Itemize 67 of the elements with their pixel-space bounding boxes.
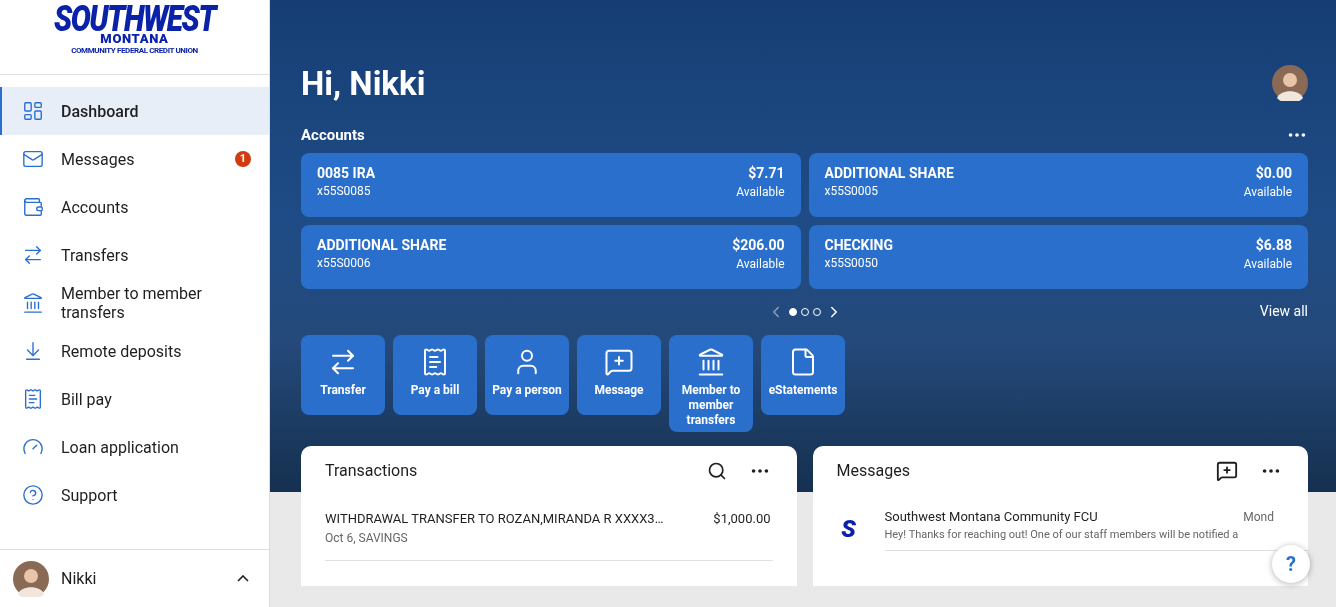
- message-sender: Southwest Montana Community FCU: [884, 507, 1099, 526]
- balance-label: Available: [1243, 255, 1292, 273]
- sidebar-item[interactable]: Accounts: [0, 183, 269, 231]
- search-icon[interactable]: [706, 460, 727, 481]
- help-icon: [22, 484, 44, 506]
- avatar: [13, 560, 49, 597]
- account-balance: $6.88: [1255, 235, 1292, 254]
- sidebar-item[interactable]: Bill pay: [0, 375, 269, 423]
- account-card[interactable]: 0085 IRA x55S0085 $7.71 Available: [301, 152, 801, 217]
- account-number: x55S0050: [824, 254, 880, 272]
- transaction-row[interactable]: WITHDRAWAL TRANSFER TO ROZAN,MIRANDA R XXXX3… Oct 6, SAVINGS $1,000.00: [325, 495, 773, 561]
- user-menu[interactable]: Nikki: [0, 549, 269, 607]
- logo-tagline: COMMUNITY FEDERAL CREDIT UNION: [71, 46, 198, 56]
- balance-label: Available: [1243, 183, 1292, 201]
- account-name: ADDITIONAL SHARE: [317, 235, 447, 254]
- account-number: x55S0006: [317, 254, 372, 272]
- account-number: x55S0005: [824, 182, 880, 200]
- logo-subtitle: MONTANA: [100, 32, 169, 46]
- account-balance: $0.00: [1255, 163, 1292, 182]
- message-date: Mond: [1243, 508, 1274, 526]
- avatar: [1272, 65, 1308, 101]
- sidebar-item[interactable]: Loan application: [0, 423, 269, 471]
- quick-action-button[interactable]: Message: [577, 334, 661, 415]
- account-card[interactable]: CHECKING x55S0050 $6.88 Available: [808, 224, 1308, 289]
- wallet-icon: [22, 196, 44, 218]
- account-name: ADDITIONAL SHARE: [824, 163, 954, 182]
- sidebar-item[interactable]: Member to member transfers: [0, 279, 269, 327]
- chevron-up-icon: [237, 575, 249, 582]
- transaction-amount: $1,000.00: [713, 509, 771, 528]
- sidebar-item[interactable]: Messages 1: [0, 135, 269, 183]
- unread-badge: 1: [235, 151, 251, 167]
- account-balance: $7.71: [748, 163, 785, 182]
- sidebar-item[interactable]: Transfers: [0, 231, 269, 279]
- account-number: x55S0085: [317, 182, 372, 200]
- message-preview: Hey! Thanks for reaching out! One of our staff members will be notified a: [884, 526, 1240, 543]
- balance-label: Available: [736, 255, 785, 273]
- account-name: CHECKING: [824, 235, 893, 254]
- mail-icon: [22, 148, 44, 170]
- arrows-icon: [22, 244, 44, 266]
- logo-wordmark: SOUTHWEST: [53, 1, 216, 35]
- transaction-detail: Oct 6, SAVINGS: [325, 529, 409, 547]
- sender-logo: S: [840, 514, 857, 545]
- account-balance: $206.00: [732, 235, 785, 254]
- transaction-description: WITHDRAWAL TRANSFER TO ROZAN,MIRANDA R XXXX3…: [325, 509, 665, 528]
- view-all-link[interactable]: View all: [1259, 301, 1308, 322]
- account-name: 0085 IRA: [317, 163, 376, 182]
- receipt-icon: [22, 388, 44, 410]
- account-card[interactable]: ADDITIONAL SHARE x55S0005 $0.00 Available: [808, 152, 1308, 217]
- sidebar-item[interactable]: Dashboard: [0, 87, 269, 135]
- card-title: Messages: [836, 459, 911, 482]
- quick-action-button[interactable]: Pay a bill: [393, 334, 477, 415]
- bank-icon: [696, 346, 726, 377]
- new-message-icon[interactable]: [1216, 459, 1238, 482]
- card-title: Transactions: [325, 459, 419, 482]
- greeting: Hi, Nikki: [301, 64, 426, 104]
- quick-action-button[interactable]: Transfer: [301, 334, 385, 415]
- sidebar-item[interactable]: Remote deposits: [0, 327, 269, 375]
- sidebar-item[interactable]: Support: [0, 471, 269, 519]
- quick-action-button[interactable]: Member to member transfers: [669, 334, 753, 432]
- dashboard-icon: [22, 100, 44, 122]
- user-name: Nikki: [61, 567, 98, 590]
- account-card[interactable]: ADDITIONAL SHARE x55S0006 $206.00 Available: [301, 224, 801, 289]
- bank-icon: [22, 292, 44, 314]
- quick-action-button[interactable]: eStatements: [761, 334, 845, 415]
- balance-label: Available: [736, 183, 785, 201]
- quick-action-button[interactable]: Pay a person: [485, 334, 569, 415]
- section-title: Accounts: [301, 125, 365, 146]
